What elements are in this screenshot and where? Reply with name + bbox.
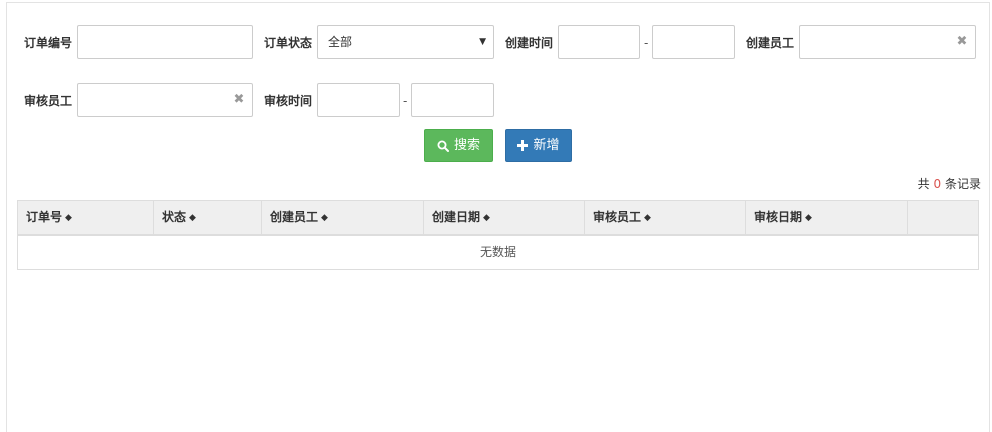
order-no-input[interactable]	[77, 25, 253, 59]
column-actions	[908, 201, 978, 234]
create-time-start-input[interactable]	[558, 25, 640, 59]
close-icon[interactable]: ✖	[956, 34, 968, 50]
create-time-separator: -	[644, 36, 649, 50]
column-label: 审核员工	[593, 210, 642, 224]
record-count-prefix: 共	[917, 177, 930, 191]
search-button[interactable]: 搜索	[424, 129, 493, 162]
add-button-label: 新增	[533, 138, 560, 153]
audit-time-label: 审核时间	[264, 94, 313, 108]
column-create-date[interactable]: 创建日期 ◆	[424, 201, 585, 234]
order-status-select[interactable]: 全部 ▼	[317, 25, 494, 59]
column-status[interactable]: 状态 ◆	[154, 201, 262, 234]
sort-icon[interactable]: ◆	[483, 213, 490, 223]
caret-down-icon: ▼	[479, 37, 486, 47]
sort-icon[interactable]: ◆	[189, 213, 196, 223]
create-staff-input[interactable]: ✖	[799, 25, 976, 59]
audit-time-separator: -	[403, 94, 408, 108]
create-time-label: 创建时间	[505, 36, 554, 50]
order-status-label: 订单状态	[264, 36, 313, 50]
column-label: 状态	[162, 210, 187, 224]
order-no-label: 订单编号	[24, 36, 73, 50]
audit-staff-input[interactable]: ✖	[77, 83, 253, 117]
sort-icon[interactable]: ◆	[805, 213, 812, 223]
add-button[interactable]: 新增	[505, 129, 572, 162]
audit-time-end-input[interactable]	[411, 83, 494, 117]
plus-icon	[517, 140, 529, 151]
column-create-staff[interactable]: 创建员工 ◆	[262, 201, 424, 234]
column-order-no[interactable]: 订单号 ◆	[18, 201, 154, 234]
column-label: 创建日期	[432, 210, 481, 224]
audit-staff-label: 审核员工	[24, 94, 73, 108]
close-icon[interactable]: ✖	[233, 92, 245, 108]
sort-icon[interactable]: ◆	[65, 213, 72, 223]
column-audit-date[interactable]: 审核日期 ◆	[746, 201, 908, 234]
audit-time-start-input[interactable]	[317, 83, 400, 117]
column-label: 订单号	[26, 210, 63, 224]
column-label: 审核日期	[754, 210, 803, 224]
order-status-value: 全部	[328, 35, 353, 49]
orders-table: 订单号 ◆ 状态 ◆ 创建员工 ◆ 创建日期 ◆ 审核员工 ◆ 审核日期 ◆ 无数据	[17, 200, 979, 270]
create-staff-label: 创建员工	[746, 36, 795, 50]
search-button-label: 搜索	[453, 138, 480, 153]
record-count-value: 0	[933, 177, 942, 191]
sort-icon[interactable]: ◆	[321, 213, 328, 223]
record-count: 共 0 条记录	[918, 176, 981, 192]
record-count-suffix: 条记录	[944, 177, 981, 191]
table-header: 订单号 ◆ 状态 ◆ 创建员工 ◆ 创建日期 ◆ 审核员工 ◆ 审核日期 ◆	[18, 201, 978, 236]
empty-message: 无数据	[479, 245, 516, 259]
create-time-end-input[interactable]	[652, 25, 735, 59]
column-label: 创建员工	[270, 210, 319, 224]
column-audit-staff[interactable]: 审核员工 ◆	[585, 201, 746, 234]
sort-icon[interactable]: ◆	[644, 213, 651, 223]
search-icon	[437, 140, 449, 152]
